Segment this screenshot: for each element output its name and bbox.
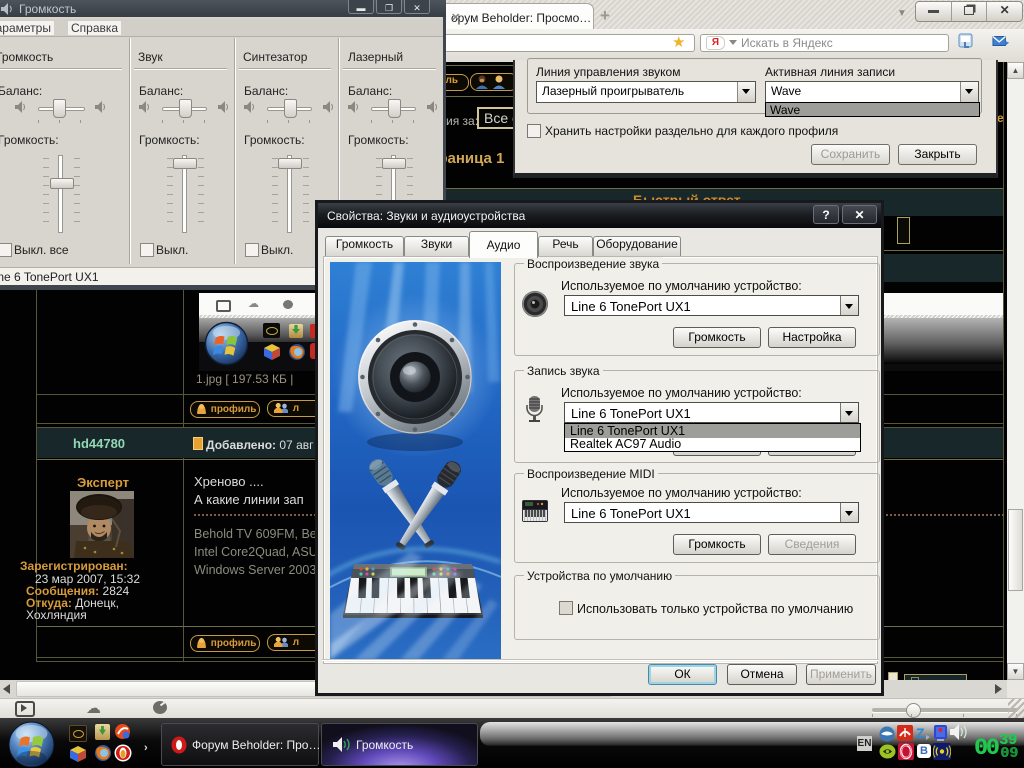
svg-text:Z: Z — [916, 725, 925, 741]
